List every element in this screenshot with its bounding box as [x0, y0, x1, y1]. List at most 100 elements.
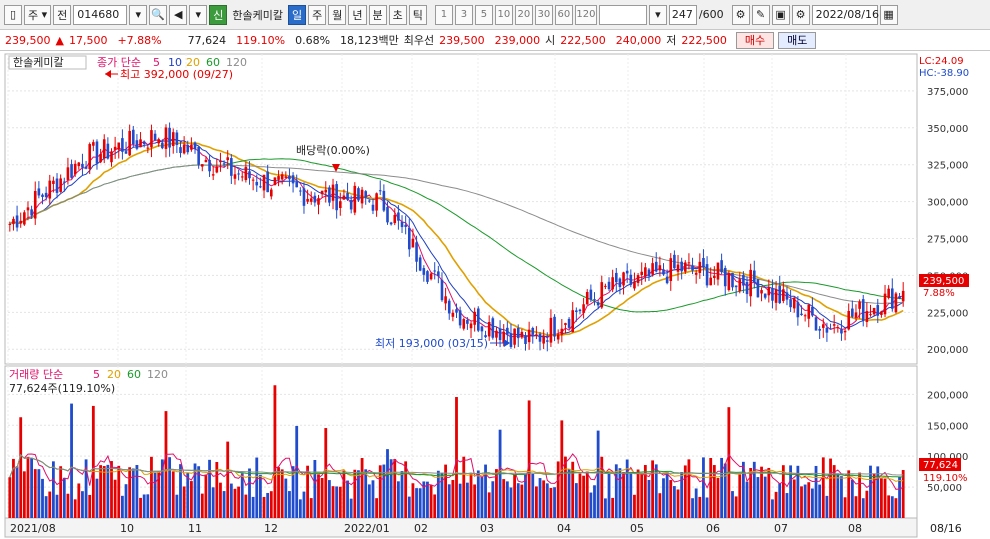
volume-bar [680, 472, 684, 518]
candle-body [756, 279, 760, 298]
volume-bar [189, 481, 193, 518]
gear-icon[interactable]: ⚙ [791, 4, 810, 25]
candle-settings-icon[interactable]: ⚙ [731, 4, 750, 25]
candle-body [219, 160, 222, 163]
volume-bar [636, 469, 640, 518]
volume-bar [266, 492, 270, 518]
candle-body [222, 163, 226, 165]
candle-body [70, 164, 73, 178]
save-icon[interactable]: ▣ [771, 4, 790, 25]
x-axis-tick: 10 [120, 522, 134, 535]
candle-body [658, 265, 662, 271]
volume-bar [691, 498, 694, 518]
candle-body [418, 257, 422, 271]
market-type-select[interactable]: 주 ▾ [24, 4, 52, 25]
x-axis-tick: 12 [264, 522, 278, 535]
period-tab-week[interactable]: 주 [308, 4, 327, 25]
volume-bar [186, 473, 190, 518]
candle-body [30, 209, 33, 216]
candle-body [771, 288, 774, 301]
volume-bar [611, 497, 615, 518]
volume-bar [458, 483, 462, 518]
candle-body [317, 198, 320, 205]
candle-body [734, 285, 738, 288]
vol-ma-20-label: 20 [107, 368, 121, 381]
interval-20[interactable]: 20 [514, 4, 533, 25]
volume-bar [128, 467, 132, 518]
volume-bar [429, 485, 433, 518]
candle-body [883, 293, 887, 315]
volume-bar [694, 488, 698, 518]
volume-bar [538, 478, 542, 518]
interval-30[interactable]: 30 [534, 4, 553, 25]
candle-body [364, 191, 368, 198]
stock-code-input[interactable]: 014680 [73, 4, 128, 25]
candle-body [858, 301, 861, 309]
volume-bar [542, 480, 546, 518]
period-tab-tick[interactable]: 틱 [408, 4, 427, 25]
volume-title: 거래량 단순 [9, 368, 63, 381]
count-input[interactable]: 247 [668, 4, 697, 25]
volume-bar [865, 490, 869, 518]
candle-body [400, 221, 404, 228]
interval-3[interactable]: 3 [454, 4, 473, 25]
interval-60[interactable]: 60 [554, 4, 573, 25]
volume-bar [240, 473, 244, 518]
stock-chart[interactable]: 375,000350,000325,000300,000275,000250,0… [0, 52, 990, 539]
buy-button[interactable]: 매수 [735, 31, 775, 49]
period-tab-month[interactable]: 월 [328, 4, 347, 25]
volume-bar [662, 478, 665, 518]
candle-body [240, 176, 244, 178]
period-tab-second[interactable]: 초 [388, 4, 407, 25]
volume-bar [756, 477, 760, 518]
candle-body [197, 146, 200, 165]
sell-button[interactable]: 매도 [778, 31, 817, 49]
price-y-tick: 275,000 [927, 235, 968, 246]
candle-body [636, 275, 640, 283]
candle-body [542, 336, 545, 344]
interval-10[interactable]: 10 [494, 4, 513, 25]
candle-body [887, 288, 890, 298]
chart-type-icon[interactable]: ▯ [4, 4, 22, 25]
period-tab-day[interactable]: 일 [288, 4, 307, 25]
period-tab-minute[interactable]: 분 [368, 4, 387, 25]
date-input[interactable]: 2022/08/16 [811, 4, 879, 25]
volume-bar [850, 479, 854, 518]
speaker-icon[interactable]: ◀ [169, 4, 188, 25]
sound-dropdown-icon[interactable]: ▾ [189, 4, 208, 25]
volume-bar [298, 499, 302, 518]
calendar-icon[interactable]: ▦ [879, 4, 898, 25]
volume-bar [360, 458, 364, 518]
candle-body [313, 195, 317, 203]
candle-body [622, 272, 625, 286]
candle-body [161, 142, 164, 149]
stock-code-dropdown-icon[interactable]: ▾ [129, 4, 148, 25]
draw-tool-icon[interactable]: ✎ [751, 4, 770, 25]
candle-body [760, 290, 763, 294]
interval-custom-input[interactable] [598, 4, 647, 25]
volume-y-tick: 200,000 [927, 390, 968, 401]
candle-body [694, 272, 698, 275]
candle-body [607, 281, 611, 290]
candle-body [324, 189, 328, 193]
candle-body [796, 302, 800, 318]
volume-bar [455, 397, 458, 518]
candle-body [564, 323, 567, 325]
volume-bar [426, 481, 429, 518]
interval-5[interactable]: 5 [474, 4, 493, 25]
candle-body [139, 139, 142, 148]
interval-120[interactable]: 120 [574, 4, 597, 25]
interval-1[interactable]: 1 [434, 4, 453, 25]
volume-bar [59, 466, 63, 518]
period-tab-year[interactable]: 년 [348, 4, 367, 25]
volume-bar [313, 460, 317, 518]
x-axis-tick: 02 [414, 522, 428, 535]
prefix-button[interactable]: 전 [53, 4, 72, 25]
volume-bar [404, 461, 408, 518]
interval-dropdown-icon[interactable]: ▾ [648, 4, 667, 25]
candle-body [200, 164, 204, 167]
candle-body [451, 312, 455, 317]
search-icon[interactable]: 🔍 [149, 4, 168, 25]
candle-body [524, 335, 527, 345]
candle-body [371, 204, 375, 211]
